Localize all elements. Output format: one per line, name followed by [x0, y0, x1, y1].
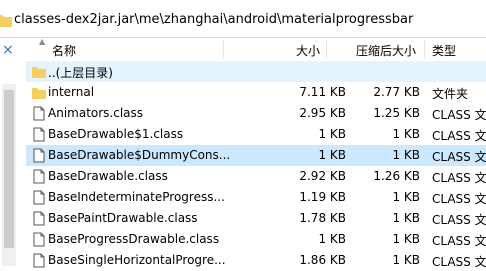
row-size: 1 KB — [318, 127, 346, 141]
row-compressed-size: 1 KB — [392, 232, 420, 246]
row-type: CLASS 文件 — [432, 171, 486, 185]
row-compressed-size: 1 KB — [392, 190, 420, 204]
row-type: CLASS 文件 — [432, 150, 486, 164]
column-divider[interactable] — [223, 40, 224, 59]
row-name: BaseSingleHorizontalProgre... — [48, 253, 226, 267]
column-header: ▲ 名称 大小 压缩后大小 类型 — [26, 37, 486, 62]
row-type: CLASS 文件 — [432, 108, 486, 122]
row-compressed-size: 1 KB — [392, 253, 420, 267]
file-icon — [33, 148, 45, 163]
row-compressed-size: 1 KB — [392, 211, 420, 225]
row-size: 2.95 KB — [299, 106, 346, 120]
row-name: BaseIndeterminateProgress... — [48, 190, 225, 204]
file-row[interactable]: BaseProgressDrawable.class 1 KB 1 KB CLASS … — [26, 229, 486, 250]
file-row[interactable]: BaseDrawable.class 2.92 KB 1.26 KB CLASS 文件 — [26, 166, 486, 187]
file-row[interactable]: BaseSingleHorizontalProgre... 1.86 KB 1 KB… — [26, 250, 486, 271]
row-name: BaseDrawable$DummyCons... — [48, 148, 231, 162]
folder-icon — [32, 88, 46, 99]
row-type: CLASS 文件 — [432, 255, 486, 269]
file-list: ▲ 名称 大小 压缩后大小 类型 ..(上层目录) internal 7.11 KB… — [26, 37, 486, 269]
row-name: BasePaintDrawable.class — [48, 211, 198, 225]
column-type[interactable]: 类型 — [432, 42, 456, 59]
folder-row[interactable]: internal 7.11 KB 2.77 KB 文件夹 — [26, 82, 486, 103]
sort-up-icon: ▲ — [39, 37, 46, 46]
folder-row[interactable]: ..(上层目录) — [26, 61, 486, 82]
row-compressed-size: 1 KB — [392, 148, 420, 162]
row-type: CLASS 文件 — [432, 192, 486, 206]
file-row[interactable]: BaseDrawable$1.class 1 KB 1 KB CLASS 文件 — [26, 124, 486, 145]
file-icon — [33, 106, 45, 121]
row-size: 1.19 KB — [299, 190, 346, 204]
row-name: Animators.class — [48, 106, 144, 120]
file-icon — [33, 190, 45, 205]
column-size[interactable]: 大小 — [296, 42, 320, 59]
row-name: internal — [48, 85, 95, 99]
address-path[interactable]: classes-dex2jar.jar\me\zhanghai\android\… — [14, 12, 413, 27]
file-row[interactable]: BaseIndeterminateProgress... 1.19 KB 1 KB C… — [26, 187, 486, 208]
left-panel: × — [0, 38, 20, 266]
row-type: CLASS 文件 — [432, 213, 486, 227]
file-row[interactable]: Animators.class 2.95 KB 1.25 KB CLASS 文件 — [26, 103, 486, 124]
row-compressed-size: 1.26 KB — [373, 169, 420, 183]
folder-icon — [32, 67, 46, 78]
file-row[interactable]: BasePaintDrawable.class 1.78 KB 1 KB CLASS … — [26, 208, 486, 229]
row-size: 1 KB — [318, 232, 346, 246]
file-icon — [33, 211, 45, 226]
address-bar[interactable]: classes-dex2jar.jar\me\zhanghai\android\… — [0, 0, 486, 38]
column-name[interactable]: 名称 — [52, 42, 76, 59]
row-size: 1.86 KB — [299, 253, 346, 267]
file-icon — [33, 127, 45, 142]
row-size: 2.92 KB — [299, 169, 346, 183]
row-compressed-size: 1.25 KB — [373, 106, 420, 120]
row-name: BaseDrawable$1.class — [48, 127, 184, 141]
column-divider[interactable] — [326, 40, 327, 59]
row-type: 文件夹 — [432, 87, 469, 101]
column-divider[interactable] — [424, 40, 425, 59]
row-compressed-size: 2.77 KB — [373, 85, 420, 99]
row-size: 7.11 KB — [299, 85, 346, 99]
folder-icon — [0, 15, 12, 27]
row-size: 1 KB — [318, 148, 346, 162]
row-name: BaseDrawable.class — [48, 169, 168, 183]
file-row[interactable]: BaseDrawable$DummyCons... 1 KB 1 KB CLASS 文… — [26, 145, 486, 166]
row-type: CLASS 文件 — [432, 234, 486, 248]
row-compressed-size: 1 KB — [392, 127, 420, 141]
row-name: BaseProgressDrawable.class — [48, 232, 220, 246]
file-icon — [33, 169, 45, 184]
row-type: CLASS 文件 — [432, 129, 486, 143]
row-size: 1.78 KB — [299, 211, 346, 225]
column-compressed-size[interactable]: 压缩后大小 — [356, 42, 416, 59]
file-icon — [33, 232, 45, 247]
close-icon[interactable]: × — [2, 43, 14, 57]
left-scrollbar-thumb[interactable] — [4, 90, 14, 248]
row-name: ..(上层目录) — [48, 66, 113, 80]
